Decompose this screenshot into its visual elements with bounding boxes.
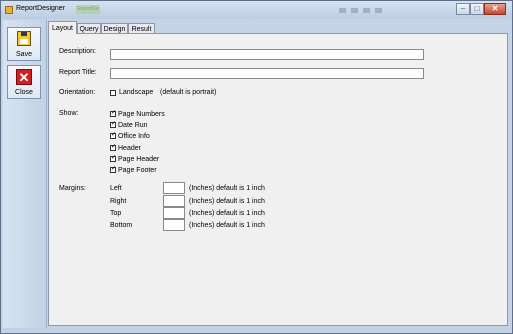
page-header-label: Page Header: [118, 156, 160, 163]
date-run-checkbox[interactable]: [110, 122, 116, 128]
maximize-button[interactable]: □: [470, 3, 484, 15]
margin-right-label: Right: [110, 198, 127, 205]
report-designer-window: ReportDesigner ReportDe – □ ✕ Save ✕ Clo…: [0, 0, 513, 334]
title-bar[interactable]: ReportDesigner ReportDe – □ ✕: [1, 1, 512, 19]
page-footer-checkbox[interactable]: [110, 167, 116, 173]
landscape-checkbox[interactable]: [110, 90, 116, 96]
app-icon: [5, 6, 13, 14]
landscape-label: Landscape: [119, 89, 154, 96]
margins-label: Margins:: [59, 185, 86, 192]
page-numbers-label: Page Numbers: [118, 111, 165, 118]
report-title-field[interactable]: [110, 68, 424, 79]
ghost-icon: [351, 8, 358, 13]
header-label: Header: [118, 145, 141, 152]
margin-bottom-label: Bottom: [110, 222, 133, 229]
margin-top-label: Top: [110, 210, 122, 217]
floppy-disk-icon: [17, 31, 31, 46]
date-run-label: Date Run: [118, 122, 148, 129]
margin-right-note: (Inches) default is 1 inch: [189, 198, 265, 205]
window-title: ReportDesigner: [16, 5, 66, 12]
ghost-icon: [375, 8, 382, 13]
close-icon: ✕: [16, 69, 32, 85]
window-bottom-border: [3, 328, 510, 332]
office-info-checkbox[interactable]: [110, 133, 116, 139]
description-field[interactable]: [110, 49, 424, 60]
office-info-label: Office Info: [118, 133, 150, 140]
margin-left-input[interactable]: [163, 182, 185, 194]
layout-tab-panel: Description: Report Title: Orientation: …: [48, 33, 508, 326]
page-footer-label: Page Footer: [118, 167, 157, 174]
save-button-label: Save: [16, 51, 32, 58]
close-button-label: Close: [15, 89, 33, 96]
close-button[interactable]: ✕ Close: [7, 65, 41, 99]
margin-bottom-note: (Inches) default is 1 inch: [189, 222, 265, 229]
margin-right-input[interactable]: [163, 195, 185, 207]
show-label: Show:: [59, 110, 79, 117]
orientation-note: (default is portrait): [160, 89, 217, 96]
report-title-label: Report Title:: [59, 69, 97, 76]
description-label: Description:: [59, 48, 96, 55]
close-window-button[interactable]: ✕: [484, 3, 506, 15]
margin-top-note: (Inches) default is 1 inch: [189, 210, 265, 217]
tab-layout[interactable]: Layout: [48, 21, 77, 34]
minimize-button[interactable]: –: [456, 3, 470, 15]
margin-bottom-input[interactable]: [163, 219, 185, 231]
page-header-checkbox[interactable]: [110, 156, 116, 162]
margin-left-note: (Inches) default is 1 inch: [189, 185, 265, 192]
ghost-icon: [363, 8, 370, 13]
margin-top-input[interactable]: [163, 207, 185, 219]
header-checkbox[interactable]: [110, 145, 116, 151]
taskbar-ghost-tab: ReportDe: [76, 5, 100, 14]
ghost-icon: [339, 8, 346, 13]
orientation-label: Orientation:: [59, 89, 96, 96]
margin-left-label: Left: [110, 185, 122, 192]
page-numbers-checkbox[interactable]: [110, 111, 116, 117]
side-toolbar: Save ✕ Close: [3, 20, 47, 328]
save-button[interactable]: Save: [7, 27, 41, 61]
